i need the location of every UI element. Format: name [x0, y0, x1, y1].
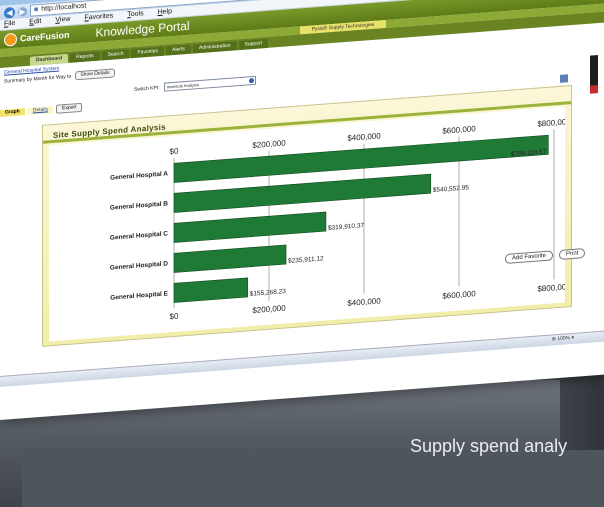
browser-screen: _ □ × ◀ ▶ ■http://localhost ▾ ↻ ✕ File E… — [0, 0, 604, 420]
value-label: $155,268.23 — [250, 288, 286, 298]
view-tabs: Graph Details Export — [0, 102, 83, 118]
bar — [173, 277, 249, 303]
caption: Supply spend analy — [410, 436, 568, 456]
switch-kpi-row: Switch KPI: Inventory Analysis — [134, 75, 256, 94]
value-label: $540,552.95 — [433, 184, 469, 194]
chevron-down-icon — [248, 77, 254, 84]
tab-alerts[interactable]: Alerts — [166, 44, 191, 56]
x-tick-label-bottom: $400,000 — [347, 296, 381, 308]
chart-area: $0 $0 $200,000 $200,000 $400,000 $400,000 $600… — [49, 106, 565, 342]
x-tick-label-top: $400,000 — [347, 131, 381, 143]
feedback-icon — [590, 85, 598, 94]
menu-tools[interactable]: Tools — [127, 9, 143, 20]
menu-edit[interactable]: Edit — [29, 17, 41, 28]
menu-help[interactable]: Help — [158, 7, 172, 18]
export-button[interactable]: Export — [56, 102, 83, 114]
background-band — [22, 450, 604, 507]
category-label: General Hospital A — [110, 170, 168, 181]
tab-details[interactable]: Details — [27, 106, 54, 115]
category-label: General Hospital D — [110, 260, 168, 271]
feedback-side-tab[interactable] — [590, 55, 598, 94]
x-tick-label-bottom: $600,000 — [442, 289, 476, 301]
bar — [173, 134, 549, 183]
x-tick-label-top: $600,000 — [442, 124, 476, 136]
category-label: General Hospital B — [110, 200, 168, 211]
url-text: http://localhost — [41, 2, 87, 13]
menu-view[interactable]: View — [55, 15, 70, 26]
forward-icon[interactable]: ▶ — [18, 6, 27, 17]
carefusion-logo-icon — [4, 32, 17, 47]
category-label: General Hospital E — [110, 290, 168, 301]
category-label: General Hospital C — [110, 230, 168, 241]
value-label: $235,911.12 — [288, 255, 324, 265]
value-label: $788,110.57 — [511, 148, 547, 158]
bar-chart: $0 $0 $200,000 $200,000 $400,000 $400,000 $600… — [110, 117, 565, 322]
panel-options-icon[interactable] — [560, 74, 568, 83]
x-tick-label-top: $800,000 — [537, 117, 565, 129]
x-tick-label-bottom: $800,000 — [537, 282, 565, 294]
value-label: $319,910.37 — [328, 222, 364, 232]
switch-kpi-select[interactable]: Inventory Analysis — [163, 75, 256, 92]
zoom-level[interactable]: ⊕ 100% ▾ — [552, 335, 574, 343]
switch-kpi-label: Switch KPI: — [134, 84, 160, 93]
x-tick-label-bottom: $200,000 — [252, 303, 286, 315]
tab-graph[interactable]: Graph — [0, 108, 25, 117]
page-icon: ■ — [34, 6, 39, 14]
show-details-button[interactable]: Show Details — [75, 68, 115, 81]
print-button[interactable]: Print — [559, 247, 586, 260]
brand-name: CareFusion — [20, 29, 70, 44]
back-icon[interactable]: ◀ — [4, 6, 15, 19]
switch-kpi-value: Inventory Analysis — [166, 82, 199, 90]
x-tick-label-top: $200,000 — [252, 138, 286, 150]
bar — [173, 211, 327, 243]
x-tick-label-top: $0 — [170, 147, 179, 157]
x-tick-label-bottom: $0 — [170, 312, 179, 322]
menu-file[interactable]: File — [4, 19, 15, 30]
chart-panel: Site Supply Spend Analysis $0 $0 $200,000 $… — [42, 74, 572, 347]
